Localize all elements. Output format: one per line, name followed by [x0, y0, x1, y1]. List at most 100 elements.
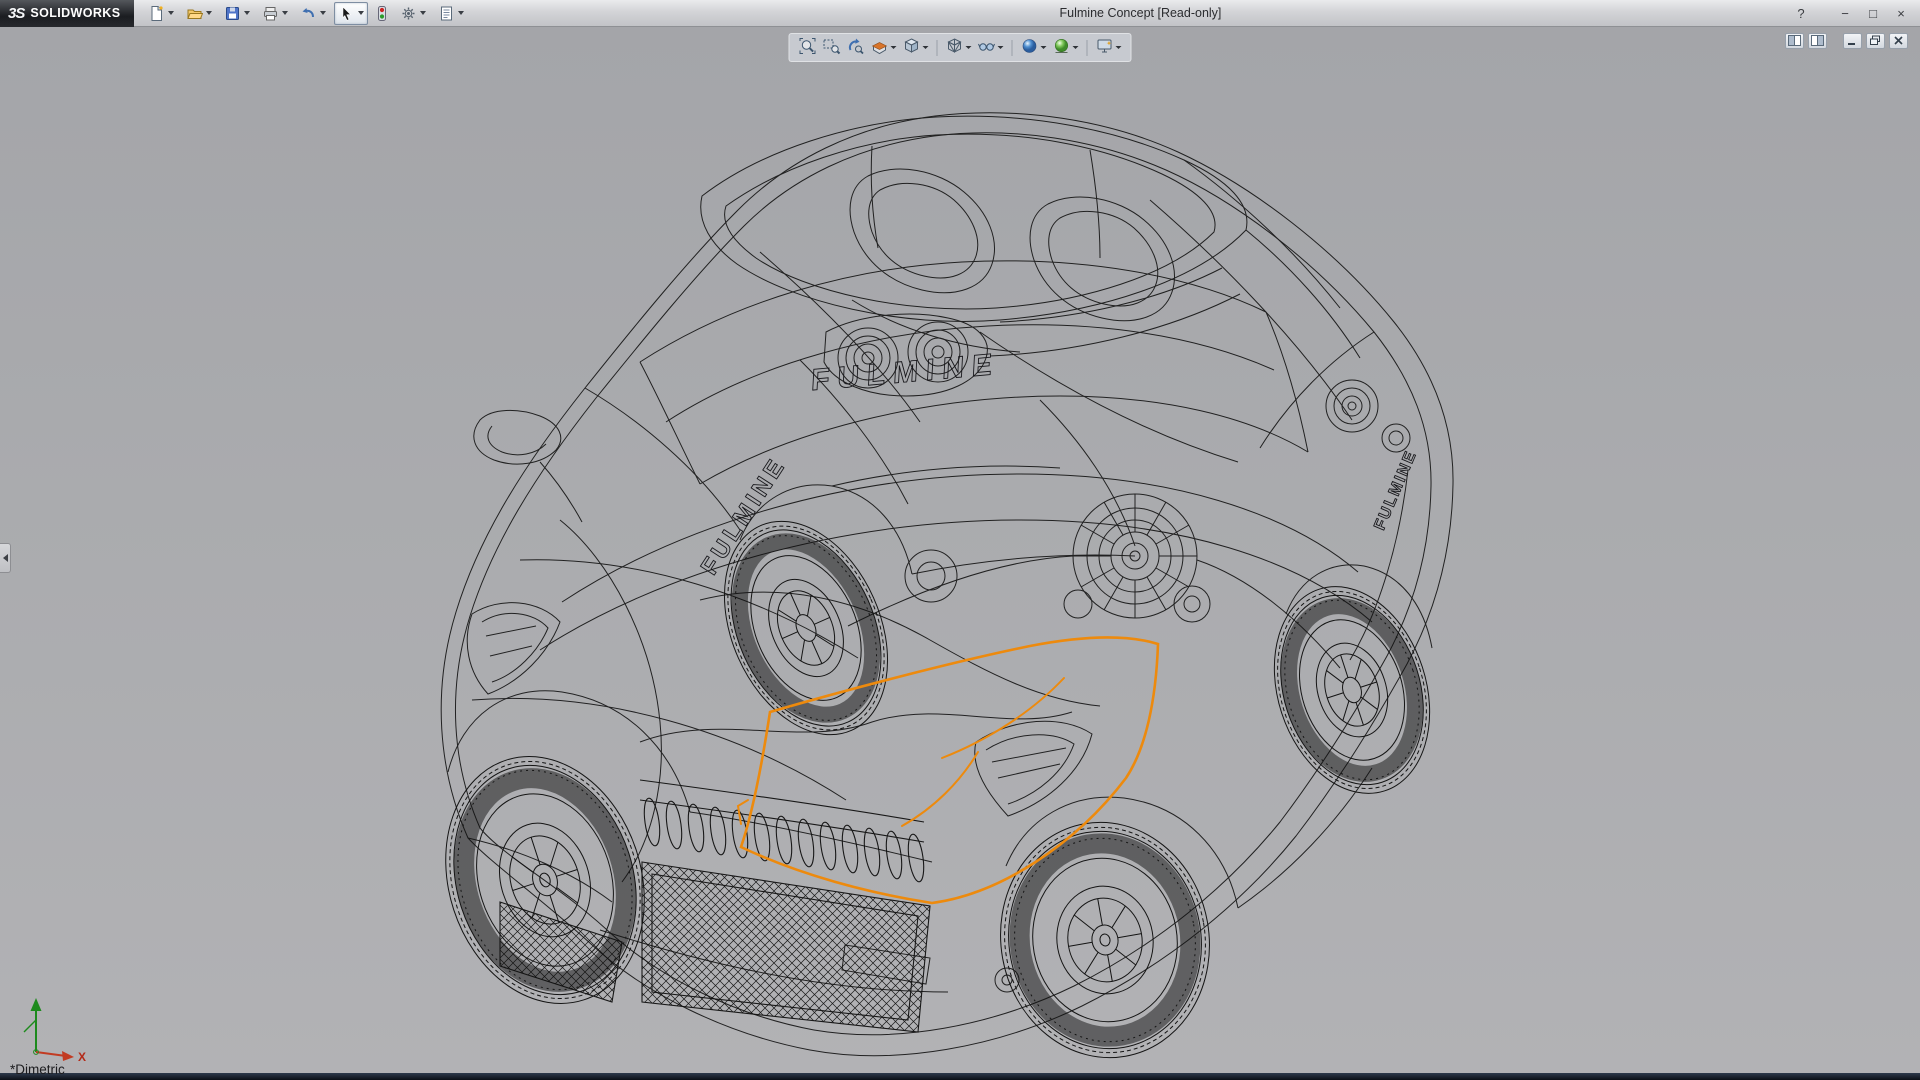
cursor-arrow-icon — [338, 5, 355, 22]
dropdown-arrow-icon[interactable] — [1073, 46, 1079, 49]
dropdown-arrow-icon[interactable] — [1041, 46, 1047, 49]
document-window-controls — [1785, 33, 1908, 49]
dropdown-arrow-icon[interactable] — [206, 11, 212, 15]
minimize-icon: − — [1841, 6, 1849, 21]
menu-bar-toolbar — [134, 2, 468, 25]
car-body-lines — [441, 113, 1453, 1056]
doc-restore-button[interactable] — [1866, 33, 1885, 49]
gear-icon — [400, 5, 417, 22]
page-icon — [148, 5, 165, 22]
dropdown-arrow-icon[interactable] — [358, 11, 364, 15]
previous-view-button[interactable] — [845, 36, 867, 59]
apply-scene-button[interactable] — [1051, 36, 1081, 59]
dropdown-arrow-icon[interactable] — [168, 11, 174, 15]
dropdown-arrow-icon[interactable] — [1116, 46, 1122, 49]
pane-right-icon — [1811, 34, 1824, 49]
triad-x-label: X — [78, 1050, 86, 1064]
dropdown-arrow-icon[interactable] — [998, 46, 1004, 49]
dropdown-arrow-icon[interactable] — [891, 46, 897, 49]
close-icon — [1892, 34, 1905, 49]
magnifier-area-icon — [823, 37, 841, 58]
display-style-button[interactable] — [944, 36, 974, 59]
zoom-to-area-button[interactable] — [821, 36, 843, 59]
pane-previous-button[interactable] — [1785, 33, 1804, 49]
blue-sphere-icon — [1021, 37, 1039, 58]
cube-icon — [903, 37, 921, 58]
dropdown-arrow-icon[interactable] — [282, 11, 288, 15]
titlebar: 3S SOLIDWORKS — [0, 0, 1920, 27]
magnifier-fit-icon — [799, 37, 817, 58]
toolbar-separator — [1087, 40, 1088, 56]
triad-y-axis — [24, 998, 42, 1052]
solidworks-logo-mark-icon: 3S — [8, 5, 24, 22]
hide-show-items-button[interactable] — [976, 36, 1006, 59]
document-lines-icon — [438, 5, 455, 22]
traffic-light-icon — [376, 5, 388, 22]
dropdown-arrow-icon[interactable] — [458, 11, 464, 15]
window-title: Fulmine Concept [Read-only] — [1060, 0, 1222, 27]
save-button[interactable] — [220, 2, 254, 25]
glasses-icon — [978, 37, 996, 58]
undo-arrow-icon — [300, 5, 317, 22]
section-cube-icon — [871, 37, 889, 58]
options-button[interactable] — [396, 2, 430, 25]
pane-next-button[interactable] — [1808, 33, 1827, 49]
car-wireframe-model: FULMINE FULMINE FULMINE — [0, 27, 1920, 1080]
select-button[interactable] — [334, 2, 368, 25]
heads-up-view-toolbar — [789, 33, 1132, 62]
task-pane-collapse-tab[interactable] — [0, 543, 11, 573]
orientation-triad: X — [8, 988, 100, 1066]
floppy-icon — [224, 5, 241, 22]
close-icon: × — [1897, 6, 1905, 21]
zoom-to-fit-button[interactable] — [797, 36, 819, 59]
doc-close-button[interactable] — [1889, 33, 1908, 49]
minimize-icon — [1846, 34, 1859, 49]
solidworks-window: 3S SOLIDWORKS — [0, 0, 1920, 1080]
graphics-area[interactable]: FULMINE FULMINE FULMINE — [0, 27, 1920, 1080]
wheel-rear-right — [1249, 566, 1455, 813]
previous-view-arrow-icon — [847, 37, 865, 58]
folder-icon — [186, 5, 203, 22]
car-lettering-right-side: FULMINE — [1371, 448, 1420, 533]
doc-minimize-button[interactable] — [1843, 33, 1862, 49]
solidworks-logo: 3S SOLIDWORKS — [0, 0, 134, 27]
view-orientation-button[interactable] — [901, 36, 931, 59]
section-view-button[interactable] — [869, 36, 899, 59]
minimize-button[interactable]: − — [1834, 3, 1856, 23]
restore-icon — [1869, 34, 1882, 49]
dropdown-arrow-icon[interactable] — [420, 11, 426, 15]
toolbar-separator — [1012, 40, 1013, 56]
help-button[interactable]: ? — [1790, 3, 1812, 23]
open-button[interactable] — [182, 2, 216, 25]
print-button[interactable] — [258, 2, 292, 25]
view-settings-button[interactable] — [1094, 36, 1124, 59]
monitor-icon — [1096, 37, 1114, 58]
dropdown-arrow-icon[interactable] — [966, 46, 972, 49]
green-sphere-icon — [1053, 37, 1071, 58]
new-document-button[interactable] — [144, 2, 178, 25]
solidworks-logo-text: SOLIDWORKS — [30, 6, 120, 20]
wheel-front-right — [982, 806, 1228, 1075]
undo-button[interactable] — [296, 2, 330, 25]
dropdown-arrow-icon[interactable] — [923, 46, 929, 49]
edit-appearance-button[interactable] — [1019, 36, 1049, 59]
printer-icon — [262, 5, 279, 22]
dropdown-arrow-icon[interactable] — [244, 11, 250, 15]
car-lettering-cowl: FULMINE — [810, 348, 1000, 398]
screen-bottom-strip — [0, 1073, 1920, 1080]
rebuild-button[interactable] — [372, 2, 392, 25]
dropdown-arrow-icon[interactable] — [320, 11, 326, 15]
selected-sketch[interactable] — [738, 637, 1158, 903]
wireframe-cube-icon — [946, 37, 964, 58]
close-button[interactable]: × — [1890, 3, 1912, 23]
view-orientation-label: *Dimetric — [10, 1062, 65, 1077]
maximize-button[interactable]: □ — [1862, 3, 1884, 23]
file-properties-button[interactable] — [434, 2, 468, 25]
maximize-icon: □ — [1869, 6, 1877, 21]
help-icon: ? — [1797, 6, 1804, 21]
window-controls: ? − □ × — [1790, 3, 1920, 23]
toolbar-separator — [937, 40, 938, 56]
collapse-arrow-icon — [3, 554, 8, 562]
pane-left-icon — [1788, 34, 1801, 49]
wheel-front-left — [415, 731, 675, 1030]
